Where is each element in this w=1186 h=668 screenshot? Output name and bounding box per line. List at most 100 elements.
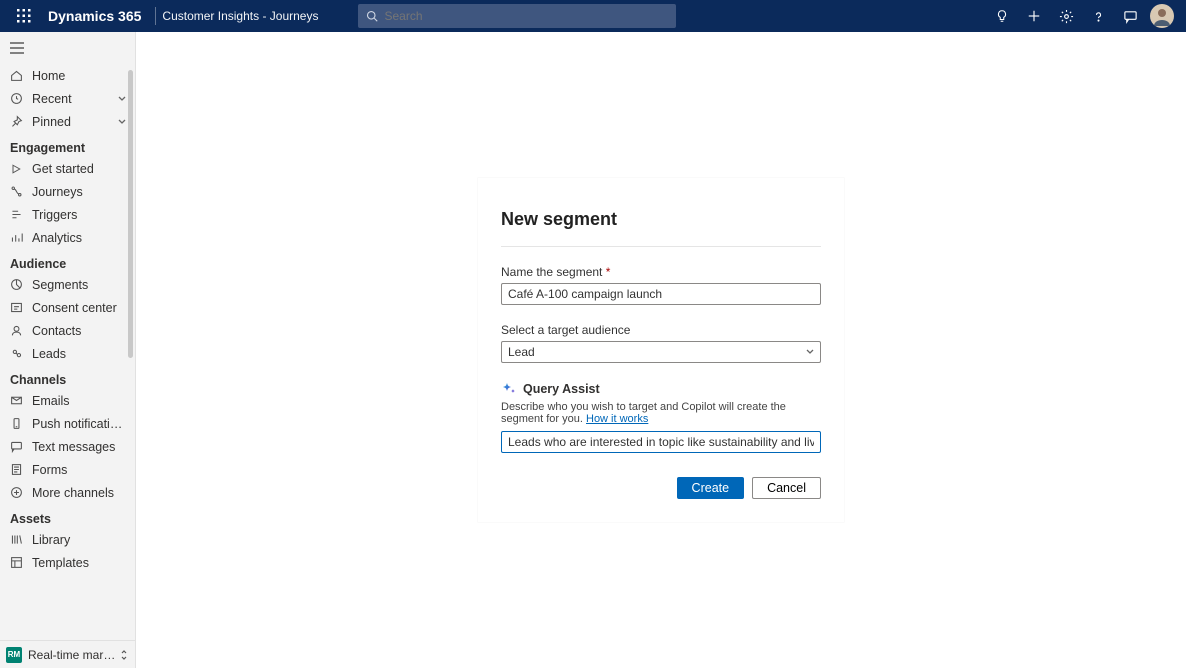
dialog-title: New segment xyxy=(501,209,821,230)
nav-text-messages[interactable]: Text messages xyxy=(0,435,135,458)
nav-segments[interactable]: Segments xyxy=(0,273,135,296)
area-label: Real-time marketi... xyxy=(28,648,119,662)
nav-analytics[interactable]: Analytics xyxy=(0,226,135,249)
analytics-icon xyxy=(8,231,24,244)
nav-forms[interactable]: Forms xyxy=(0,458,135,481)
left-sidebar: Home Recent Pinned Engagement Get starte… xyxy=(0,32,136,668)
query-assist-header: Query Assist xyxy=(501,381,821,397)
query-assist-input[interactable] xyxy=(501,431,821,453)
clock-icon xyxy=(8,92,24,105)
nav-push-notifications[interactable]: Push notifications xyxy=(0,412,135,435)
section-channels: Channels xyxy=(0,365,135,389)
nav-label: Emails xyxy=(32,394,127,408)
nav-journeys[interactable]: Journeys xyxy=(0,180,135,203)
nav-label: Consent center xyxy=(32,301,127,315)
nav-home[interactable]: Home xyxy=(0,64,135,87)
nav-label: Library xyxy=(32,533,127,547)
nav-label: Segments xyxy=(32,278,127,292)
nav-recent[interactable]: Recent xyxy=(0,87,135,110)
contacts-icon xyxy=(8,324,24,337)
topbar-divider xyxy=(155,7,156,25)
nav-label: More channels xyxy=(32,486,127,500)
nav-library[interactable]: Library xyxy=(0,528,135,551)
main-content: New segment Name the segment * Select a … xyxy=(136,32,1186,668)
nav-label: Push notifications xyxy=(32,417,127,431)
cancel-button[interactable]: Cancel xyxy=(752,477,821,499)
app-launcher-icon[interactable] xyxy=(8,9,40,23)
search-input[interactable] xyxy=(384,9,668,23)
search-icon xyxy=(366,10,378,22)
pin-icon xyxy=(8,115,24,128)
query-assist-help: Describe who you wish to target and Copi… xyxy=(501,401,821,425)
how-it-works-link[interactable]: How it works xyxy=(586,413,648,425)
required-asterisk: * xyxy=(606,265,611,279)
chevron-down-icon xyxy=(117,117,127,127)
lightbulb-icon[interactable] xyxy=(986,0,1018,32)
email-icon xyxy=(8,394,24,407)
help-icon[interactable] xyxy=(1082,0,1114,32)
target-audience-select[interactable] xyxy=(501,341,821,363)
hamburger-icon[interactable] xyxy=(0,32,135,64)
nav-templates[interactable]: Templates xyxy=(0,551,135,574)
gear-icon[interactable] xyxy=(1050,0,1082,32)
global-search[interactable] xyxy=(358,4,676,28)
new-segment-dialog: New segment Name the segment * Select a … xyxy=(478,178,844,522)
forms-icon xyxy=(8,463,24,476)
area-badge: RM xyxy=(6,647,22,663)
nav-list: Home Recent Pinned Engagement Get starte… xyxy=(0,64,135,640)
nav-label: Home xyxy=(32,69,127,83)
nav-consent-center[interactable]: Consent center xyxy=(0,296,135,319)
play-icon xyxy=(8,163,24,175)
chevron-down-icon xyxy=(117,94,127,104)
user-avatar[interactable] xyxy=(1146,0,1178,32)
nav-contacts[interactable]: Contacts xyxy=(0,319,135,342)
nav-label: Templates xyxy=(32,556,127,570)
dialog-divider xyxy=(501,246,821,247)
nav-leads[interactable]: Leads xyxy=(0,342,135,365)
audience-label: Select a target audience xyxy=(501,323,821,337)
global-top-bar: Dynamics 365 Customer Insights - Journey… xyxy=(0,0,1186,32)
templates-icon xyxy=(8,556,24,569)
consent-icon xyxy=(8,301,24,314)
push-icon xyxy=(8,417,24,430)
journey-icon xyxy=(8,185,24,198)
nav-more-channels[interactable]: More channels xyxy=(0,481,135,504)
section-audience: Audience xyxy=(0,249,135,273)
nav-label: Leads xyxy=(32,347,127,361)
nav-pinned[interactable]: Pinned xyxy=(0,110,135,133)
nav-label: Forms xyxy=(32,463,127,477)
nav-triggers[interactable]: Triggers xyxy=(0,203,135,226)
nav-label: Pinned xyxy=(32,115,117,129)
segment-name-input[interactable] xyxy=(501,283,821,305)
nav-label: Triggers xyxy=(32,208,127,222)
chevron-updown-icon xyxy=(119,649,129,661)
scrollbar-thumb[interactable] xyxy=(128,70,133,358)
section-engagement: Engagement xyxy=(0,133,135,157)
name-label: Name the segment * xyxy=(501,265,821,279)
sms-icon xyxy=(8,440,24,453)
nav-label: Recent xyxy=(32,92,117,106)
section-assets: Assets xyxy=(0,504,135,528)
trigger-icon xyxy=(8,208,24,221)
nav-label: Journeys xyxy=(32,185,127,199)
nav-label: Get started xyxy=(32,162,127,176)
nav-emails[interactable]: Emails xyxy=(0,389,135,412)
nav-get-started[interactable]: Get started xyxy=(0,157,135,180)
module-label[interactable]: Customer Insights - Journeys xyxy=(162,9,318,23)
more-icon xyxy=(8,486,24,499)
copilot-icon xyxy=(501,381,517,397)
messenger-icon[interactable] xyxy=(1114,0,1146,32)
brand-label[interactable]: Dynamics 365 xyxy=(40,8,149,24)
nav-label: Text messages xyxy=(32,440,127,454)
nav-label: Analytics xyxy=(32,231,127,245)
library-icon xyxy=(8,533,24,546)
segments-icon xyxy=(8,278,24,291)
leads-icon xyxy=(8,347,24,360)
home-icon xyxy=(8,69,24,82)
nav-label: Contacts xyxy=(32,324,127,338)
create-button[interactable]: Create xyxy=(677,477,745,499)
query-assist-title: Query Assist xyxy=(523,382,600,396)
plus-icon[interactable] xyxy=(1018,0,1050,32)
area-switcher[interactable]: RM Real-time marketi... xyxy=(0,640,135,668)
name-label-text: Name the segment xyxy=(501,265,602,279)
